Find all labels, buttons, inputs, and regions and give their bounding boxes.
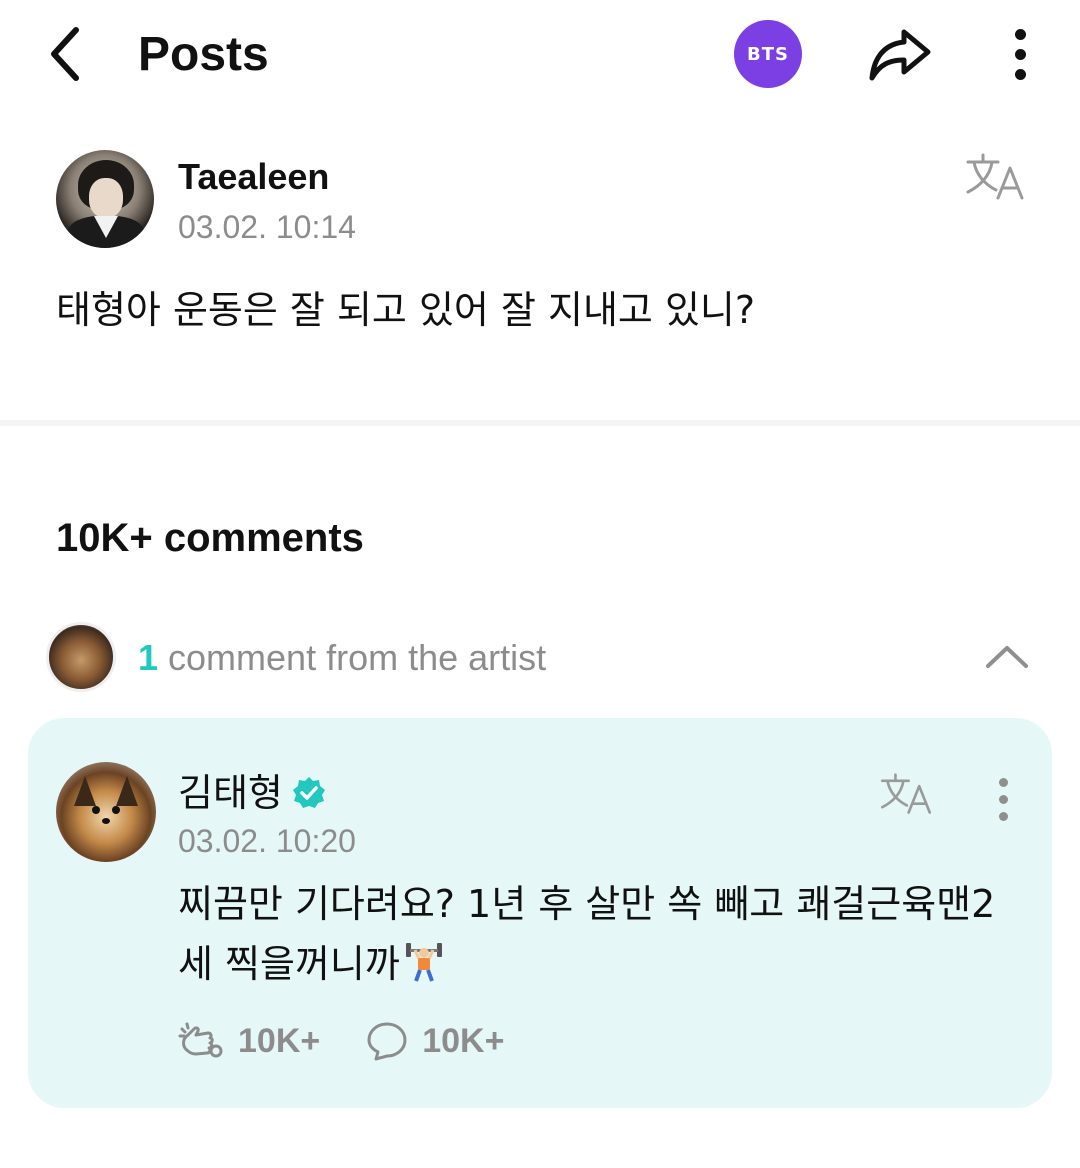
comments-count-heading: 10K+ comments xyxy=(56,516,364,560)
chevron-left-icon xyxy=(51,27,79,81)
avatar[interactable] xyxy=(56,150,154,248)
comment-body-text: 찌끔만 기다려요? 1년 후 살만 쏙 빼고 쾌걸근육맨2세 찍을꺼니까 xyxy=(178,882,996,986)
collapse-button[interactable] xyxy=(980,636,1034,676)
avatar[interactable] xyxy=(56,762,156,862)
section-divider xyxy=(0,420,1080,426)
back-button[interactable] xyxy=(40,24,90,84)
reply-count: 10K+ xyxy=(422,1021,505,1060)
comment-more-button[interactable] xyxy=(988,772,1018,826)
weightlifter-icon xyxy=(405,943,442,982)
chevron-up-icon xyxy=(986,646,1028,668)
reply-button[interactable]: 10K+ xyxy=(366,1021,504,1061)
top-bar: Posts BTS xyxy=(0,0,1080,110)
translate-icon xyxy=(880,773,932,814)
comment-body: 찌끔만 기다려요? 1년 후 살만 쏙 빼고 쾌걸근육맨2세 찍을꺼니까 xyxy=(178,874,998,994)
verified-badge-icon xyxy=(292,777,325,808)
translate-button[interactable] xyxy=(878,772,934,816)
artist-comments-toggle[interactable]: 1 comment from the artist xyxy=(0,620,1080,696)
community-badge[interactable]: BTS xyxy=(734,20,802,88)
artist-comment-count: 1 xyxy=(138,637,159,678)
post-body: 태형아 운동은 잘 되고 있어 잘 지내고 있니? xyxy=(56,288,756,332)
comment-bubble-icon xyxy=(367,1022,407,1061)
translate-button[interactable] xyxy=(964,152,1026,202)
artist-avatar xyxy=(46,622,116,692)
translate-icon xyxy=(966,153,1024,200)
more-options-button[interactable] xyxy=(1000,22,1040,86)
post-timestamp: 03.02. 10:14 xyxy=(178,209,356,245)
share-button[interactable] xyxy=(862,22,938,86)
artist-comments-label: 1 comment from the artist xyxy=(138,636,546,680)
cheer-count: 10K+ xyxy=(238,1021,321,1060)
artist-comment-card: 김태형 03.02. 10:20 찌끔만 기다려요? 1년 후 살만 쏙 빼고 … xyxy=(28,718,1052,1108)
post-author-name[interactable]: Taealeen xyxy=(178,156,329,198)
more-vertical-icon xyxy=(998,777,1008,787)
comment-actions: 10K+ 10K+ xyxy=(178,1016,550,1066)
comment-timestamp: 03.02. 10:20 xyxy=(178,823,356,859)
more-vertical-icon xyxy=(1014,28,1026,40)
comment-author-name: 김태형 xyxy=(178,771,283,815)
cheer-icon xyxy=(178,1022,223,1058)
comment-author[interactable]: 김태형 xyxy=(178,770,327,816)
cheer-button[interactable]: 10K+ xyxy=(178,1021,320,1061)
share-arrow-icon xyxy=(869,29,931,81)
page-title: Posts xyxy=(138,28,269,81)
artist-comment-text: comment from the artist xyxy=(168,637,547,678)
